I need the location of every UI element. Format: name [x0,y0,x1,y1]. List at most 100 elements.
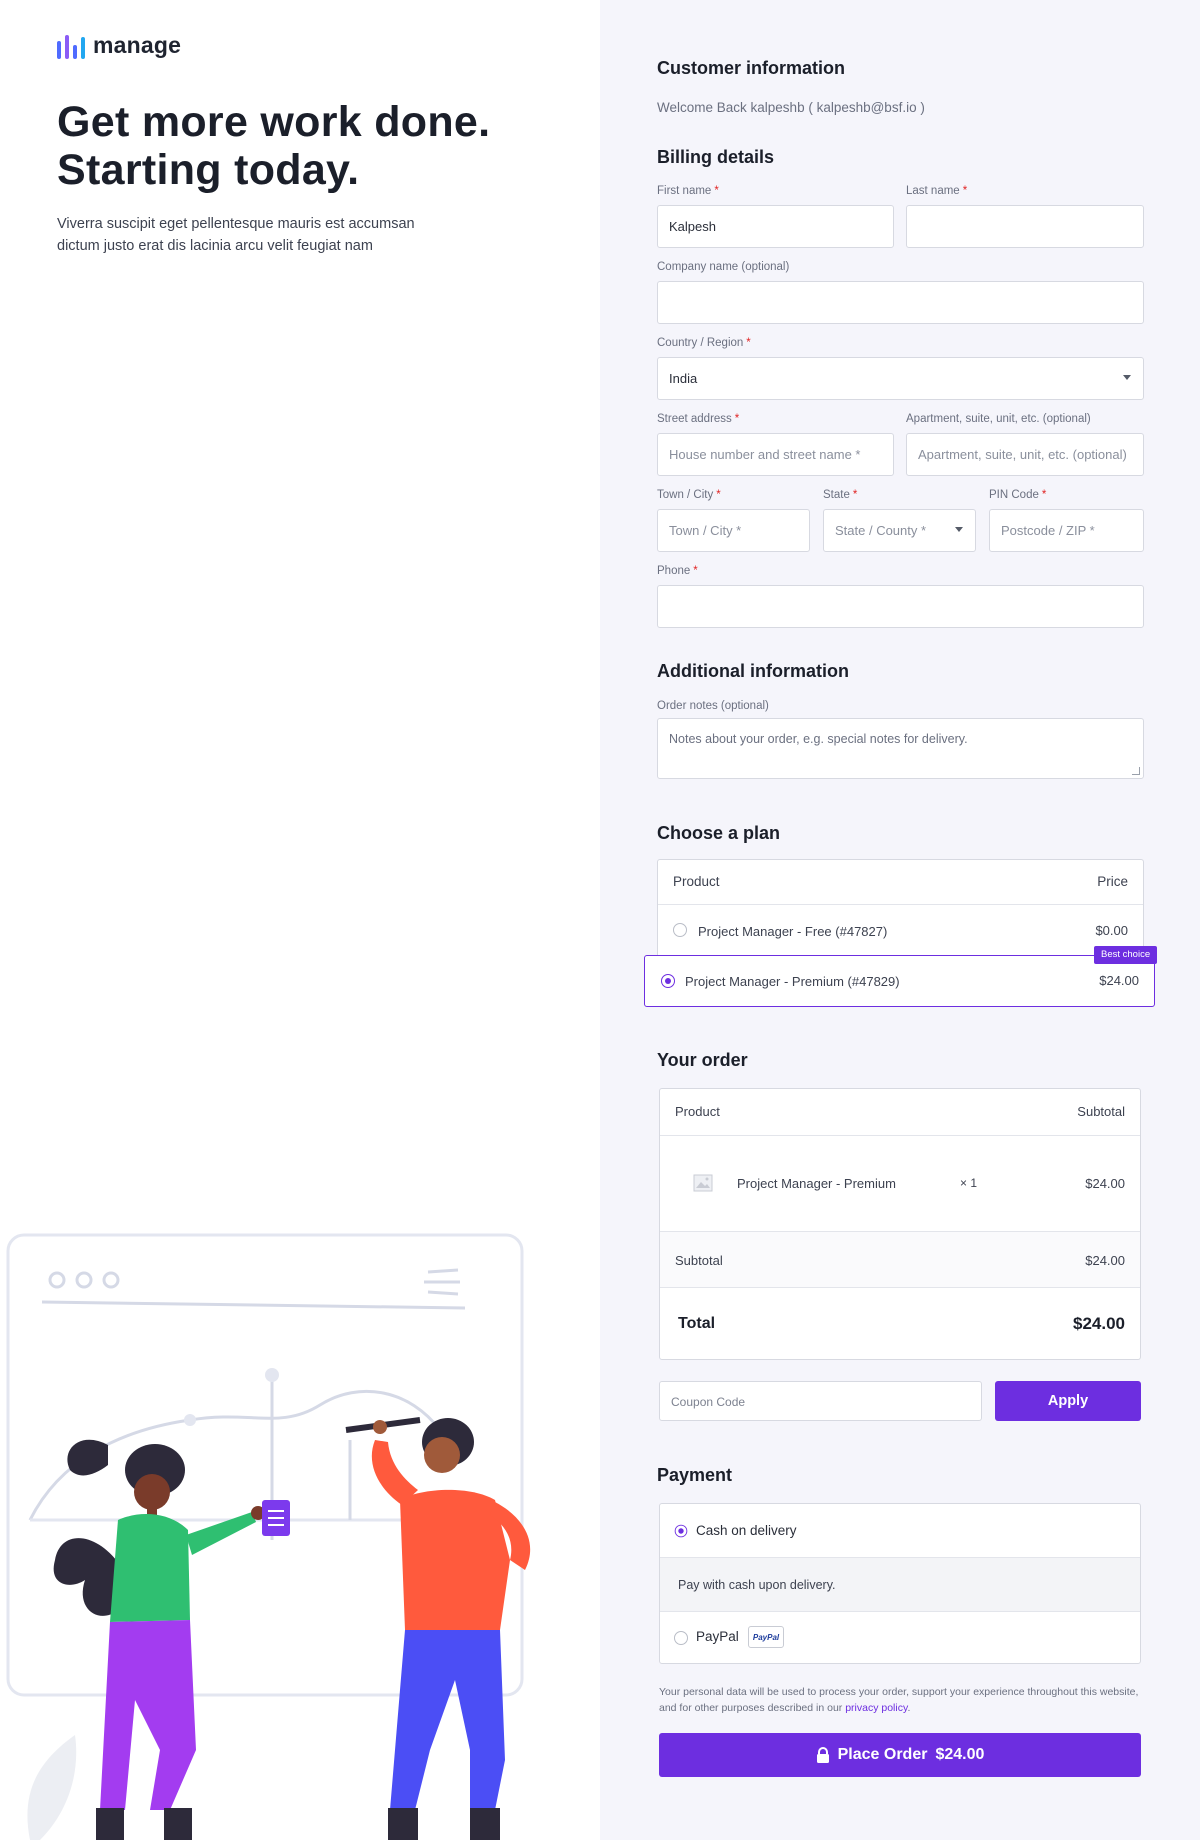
paypal-radio[interactable] [674,1631,688,1645]
order-item-price: $24.00 [1085,1176,1125,1191]
required-mark: * [734,413,740,425]
payment-option-cod[interactable]: Cash on delivery [660,1504,1140,1558]
city-field[interactable]: Town / City * [657,509,810,552]
pin-label-text: PIN Code [989,489,1039,501]
first-name-value: Kalpesh [669,219,716,234]
coupon-input[interactable]: Coupon Code [659,1381,982,1421]
checkout-panel: Customer information Welcome Back kalpes… [600,0,1200,1840]
place-order-amount: $24.00 [935,1746,985,1763]
customer-info-title: Customer information [657,58,846,78]
privacy-end: . [907,1702,911,1714]
first-name-field[interactable]: Kalpesh [657,205,894,248]
order-notes-textarea[interactable]: Notes about your order, e.g. special not… [657,718,1144,779]
pin-code-field[interactable]: Postcode / ZIP * [989,509,1144,552]
team-illustration [6,1233,531,1840]
payment-option-paypal[interactable]: PayPal PayPal [660,1612,1140,1664]
coupon-placeholder: Coupon Code [671,1395,746,1409]
plan-col-price: Price [1097,874,1128,889]
city-label-text: Town / City [657,489,714,501]
plan-free-radio[interactable] [673,923,687,937]
cod-radio[interactable] [674,1524,688,1538]
cod-label: Cash on delivery [696,1523,797,1538]
required-mark: * [716,489,721,501]
last-name-field[interactable] [906,205,1144,248]
phone-label: Phone * [657,565,698,577]
last-name-label: Last name * [906,185,967,197]
state-label-text: State [823,489,850,501]
apartment-field[interactable]: Apartment, suite, unit, etc. (optional) [906,433,1144,476]
plan-premium-price: $24.00 [1099,973,1139,988]
place-order-button[interactable]: Place Order $24.00 [659,1733,1141,1777]
additional-info-title: Additional information [657,661,849,681]
first-name-label-text: First name [657,185,712,197]
country-select[interactable]: India [657,357,1144,400]
paypal-label: PayPal [696,1629,739,1644]
company-label: Company name (optional) [657,261,790,273]
apply-coupon-button[interactable]: Apply [995,1381,1141,1421]
state-select[interactable]: State / County * [823,509,976,552]
order-notes-label: Order notes (optional) [657,700,769,712]
hero-subtitle: Viverra suscipit eget pellentesque mauri… [57,216,415,254]
subtotal-label: Subtotal [675,1253,723,1268]
place-order-label: Place Order [837,1746,928,1763]
company-field[interactable] [657,281,1144,324]
lock-icon [816,1747,829,1763]
city-placeholder: Town / City * [669,523,742,538]
brand-name: manage [93,32,182,58]
plan-free-name: Project Manager - Free (#47827) [698,924,888,939]
order-total-row: Total $24.00 [660,1288,1140,1359]
welcome-text: Welcome Back kalpeshb ( kalpeshb@bsf.io … [657,100,925,115]
hero-title-line-1: Get more work done. [57,98,491,146]
chevron-down-icon [1123,375,1131,380]
subtotal-value: $24.00 [1085,1253,1125,1268]
required-mark: * [693,565,698,577]
phone-field[interactable] [657,585,1144,628]
order-item-qty: × 1 [960,1176,978,1190]
plan-premium-radio[interactable] [661,974,675,988]
order-table: Product Subtotal Project Manager - Premi… [659,1088,1141,1360]
plan-option-premium[interactable]: Project Manager - Premium (#47829) $24.0… [644,955,1155,1007]
country-label-text: Country / Region [657,337,744,349]
street-placeholder: House number and street name * [669,447,861,462]
product-image-icon [693,1174,713,1192]
total-label: Total [678,1315,716,1332]
last-name-label-text: Last name [906,185,960,197]
order-item-name: Project Manager - Premium [737,1176,896,1191]
order-notes-placeholder: Notes about your order, e.g. special not… [669,732,968,746]
plan-premium-name: Project Manager - Premium (#47829) [685,974,900,989]
billing-title: Billing details [657,147,775,167]
order-subtotal-row: Subtotal $24.00 [660,1232,1140,1288]
privacy-policy-link[interactable]: privacy policy [845,1702,907,1714]
street-address-field[interactable]: House number and street name * [657,433,894,476]
resize-handle-icon[interactable] [1132,767,1140,775]
order-table-header: Product Subtotal [660,1089,1140,1136]
hero-title: Get more work done. Starting today. [57,98,537,194]
order-col-subtotal: Subtotal [1077,1104,1125,1119]
country-value: India [669,371,698,386]
your-order-title: Your order [657,1050,748,1070]
city-label: Town / City * [657,489,721,501]
hero-title-line-2: Starting today. [57,146,360,194]
cod-description: Pay with cash upon delivery. [678,1578,836,1592]
required-mark: * [746,337,751,349]
paypal-logo-icon: PayPal [748,1626,784,1648]
country-label: Country / Region * [657,337,751,349]
street-label-text: Street address [657,413,732,425]
first-name-label: First name * [657,185,719,197]
logo-icon [57,33,85,59]
state-placeholder: State / County * [835,523,927,538]
plan-option-free[interactable]: Project Manager - Free (#47827) $0.00 [658,905,1143,957]
pin-placeholder: Postcode / ZIP * [1001,523,1095,538]
privacy-notice: Your personal data will be used to proce… [659,1684,1141,1716]
brand-logo[interactable]: manage [57,32,181,59]
street-label: Street address * [657,413,739,425]
required-mark: * [852,489,858,501]
order-col-product: Product [675,1104,720,1119]
required-mark: * [962,185,968,197]
choose-plan-title: Choose a plan [657,823,781,843]
plan-col-product: Product [673,874,720,889]
plan-free-price: $0.00 [1095,923,1128,938]
payment-methods: Cash on delivery Pay with cash upon deli… [659,1503,1141,1664]
chevron-down-icon [955,527,963,532]
state-label: State * [823,489,857,501]
